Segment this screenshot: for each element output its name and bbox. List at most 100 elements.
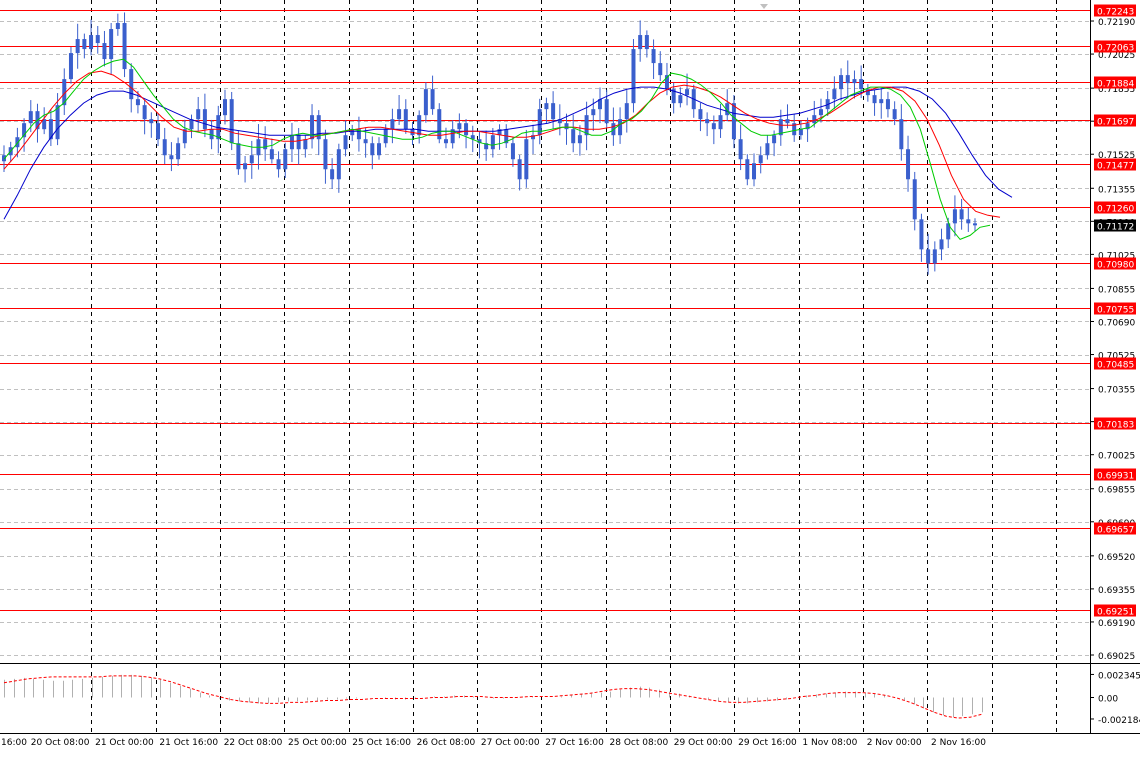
candle-body — [658, 63, 663, 76]
candle-body — [162, 139, 167, 156]
time-tick-label: 25 Oct 16:00 — [352, 738, 411, 748]
candle-body — [685, 89, 690, 96]
oscillator-tick-label: -0.002184 — [1098, 716, 1140, 726]
candle-body — [517, 159, 522, 180]
time-tick-label: 29 Oct 00:00 — [674, 738, 733, 748]
level-label: 0.69251 — [1097, 608, 1134, 618]
price-tick-label: 0.69520 — [1098, 553, 1135, 563]
candle-body — [798, 129, 803, 136]
candle-body — [229, 99, 234, 144]
candle-body — [852, 79, 857, 84]
candle-body — [276, 159, 281, 170]
candle-body — [243, 163, 248, 170]
candle-body — [15, 137, 20, 148]
time-tick-label: 2 Nov 00:00 — [867, 738, 922, 748]
oscillator-tick-label: 0.002345 — [1098, 671, 1140, 681]
candle-body — [731, 103, 736, 140]
candle-body — [303, 139, 308, 150]
level-label: 0.71884 — [1097, 80, 1134, 90]
candle-body — [818, 109, 823, 116]
candle-body — [604, 99, 609, 124]
level-label: 0.69657 — [1097, 526, 1134, 536]
price-tick-label: 0.69025 — [1098, 652, 1135, 662]
candle-body — [571, 129, 576, 144]
candle-body — [149, 119, 154, 124]
candle-body — [236, 143, 241, 170]
time-tick-label: 16:00 — [1, 738, 27, 748]
time-tick-label: 27 Oct 16:00 — [545, 738, 604, 748]
candle-body — [812, 115, 817, 124]
price-tick-label: 0.70025 — [1098, 452, 1135, 462]
candle-body — [289, 135, 294, 150]
level-label: 0.71260 — [1097, 205, 1134, 215]
candle-body — [859, 79, 864, 90]
candle-body — [638, 35, 643, 50]
candle-body — [370, 143, 375, 156]
time-tick-label: 26 Oct 08:00 — [417, 738, 476, 748]
level-label: 0.72243 — [1097, 8, 1134, 18]
time-axis-labels: 16:00 20 Oct 08:00 21 Oct 00:00 21 Oct 16:0… — [1, 738, 986, 748]
level-label: 0.70980 — [1097, 261, 1134, 271]
candle-body — [95, 35, 100, 44]
candle-body — [705, 119, 710, 124]
candle-body — [102, 43, 107, 60]
time-tick-label: 2 Nov 16:00 — [931, 738, 986, 748]
candle-body — [323, 139, 328, 170]
candle-body — [738, 139, 743, 160]
level-label: 0.70183 — [1097, 421, 1134, 431]
candle-body — [845, 75, 850, 84]
candle-body — [872, 95, 877, 104]
candle-body — [631, 49, 636, 104]
candle-body — [330, 169, 335, 180]
candle-body — [75, 39, 80, 54]
candle-body — [591, 109, 596, 116]
candle-body — [142, 105, 147, 120]
candle-body — [122, 23, 127, 70]
candle-body — [524, 139, 529, 180]
price-tick-label: 0.70855 — [1098, 285, 1135, 295]
candle-body — [711, 123, 716, 130]
candle-body — [176, 143, 181, 160]
candle-body — [115, 23, 120, 30]
time-tick-label: 21 Oct 16:00 — [159, 738, 218, 748]
time-tick-label: 25 Oct 00:00 — [288, 738, 347, 748]
candle-body — [772, 135, 777, 144]
time-tick-label: 27 Oct 00:00 — [481, 738, 540, 748]
time-tick-label: 20 Oct 08:00 — [31, 738, 90, 748]
price-tick-label: 0.69355 — [1098, 586, 1135, 596]
candle-body — [651, 49, 656, 64]
candle-body — [510, 143, 515, 160]
candle-body — [68, 53, 73, 80]
candle-body — [430, 89, 435, 110]
candle-body — [564, 123, 569, 130]
candle-body — [417, 115, 422, 136]
candle-body — [222, 99, 227, 116]
candle-body — [765, 143, 770, 156]
trading-chart: 0.721900.720250.718550.716900.715250.713… — [0, 0, 1140, 754]
candle-body — [263, 139, 268, 150]
current-price-label: 0.71172 — [1097, 223, 1134, 233]
candle-body — [443, 139, 448, 144]
candle-body — [343, 135, 348, 150]
candle-body — [952, 209, 957, 224]
candle-body — [832, 89, 837, 100]
price-tick-label: 0.69855 — [1098, 486, 1135, 496]
time-tick-label: 28 Oct 08:00 — [610, 738, 669, 748]
price-tick-label: 0.69190 — [1098, 619, 1135, 629]
candle-body — [959, 209, 964, 220]
oscillator-tick-label: 0.00 — [1098, 695, 1118, 705]
candle-body — [28, 111, 33, 124]
candle-body — [624, 103, 629, 120]
candle-body — [785, 119, 790, 124]
candle-body — [906, 149, 911, 180]
candle-body — [202, 109, 207, 130]
candle-body — [892, 109, 897, 120]
candle-body — [551, 103, 556, 120]
candle-body — [544, 103, 549, 110]
candle-body — [82, 39, 87, 50]
candle-body — [912, 179, 917, 220]
candle-body — [423, 89, 428, 116]
candle-body — [939, 239, 944, 250]
level-label: 0.69931 — [1097, 472, 1134, 482]
time-tick-label: 29 Oct 16:00 — [738, 738, 797, 748]
